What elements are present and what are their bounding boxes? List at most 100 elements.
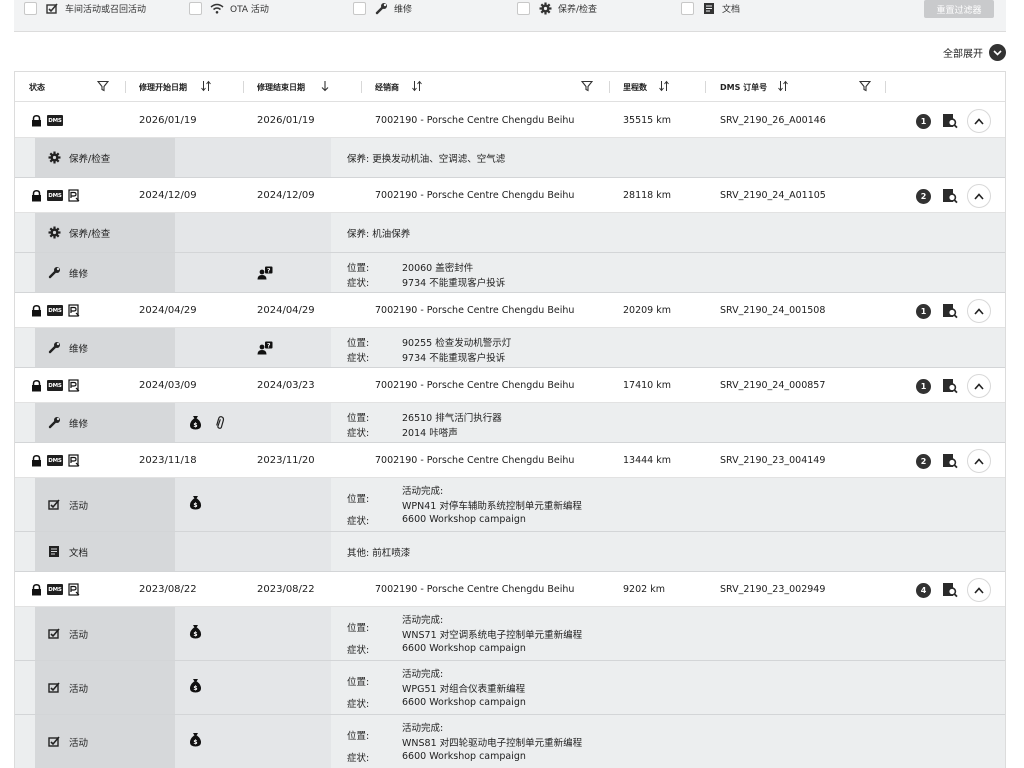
column-dealer[interactable]: 经销商 [375, 72, 399, 102]
location-label: 位置: [347, 677, 370, 688]
chevron-up-icon [974, 117, 984, 125]
mileage: 35515 km [623, 115, 671, 126]
document-search-icon[interactable] [941, 112, 959, 130]
wifi-icon [210, 2, 224, 16]
collapse-button[interactable] [967, 184, 991, 208]
symptom-label: 症状: [347, 428, 370, 439]
dms-icon: DMS [47, 305, 63, 316]
table-row[interactable]: DMS 2023/08/22 2023/08/22 7002190 - Porsche… [15, 572, 1005, 607]
sub-item-row: 维修? 位置: 90255 检查发动机警示灯 症状: 9734 不能重现客户投诉 [15, 328, 1005, 368]
column-start-date[interactable]: 修理开始日期 [139, 72, 187, 102]
document-search-icon[interactable] [941, 581, 959, 599]
filter-checkbox[interactable] [24, 2, 37, 15]
sub-item-row: 维修 $ 位置: 26510 排气活门执行器 症状: 2014 咔嗒声 [15, 403, 1005, 443]
sort-icon[interactable] [658, 80, 670, 92]
filter-maintenance[interactable]: 保养/检查 [517, 0, 597, 17]
item-count-badge: 1 [916, 114, 931, 129]
money-bag-icon: $ [189, 415, 202, 430]
sort-icon[interactable] [200, 80, 212, 92]
sort-descending-icon[interactable] [319, 80, 331, 92]
parking-document-icon [68, 189, 80, 202]
sub-item-type: 保养/检查 [35, 213, 175, 252]
item-count-badge: 1 [916, 304, 931, 319]
campaign-status: 活动完成: [402, 486, 444, 497]
sub-item-row: 维修? 位置: 20060 盖密封件 症状: 9734 不能重现客户投诉 [15, 253, 1005, 293]
filter-campaign[interactable]: 车间活动或召回活动 [24, 0, 146, 17]
dms-order-number: SRV_2190_23_004149 [720, 455, 826, 466]
start-date: 2023/11/18 [139, 455, 197, 466]
collapse-button[interactable] [967, 374, 991, 398]
dms-icon: DMS [47, 190, 63, 201]
collapse-button[interactable] [967, 299, 991, 323]
reset-filters-button[interactable]: 重置过滤器 [924, 0, 994, 18]
expand-all[interactable]: 全部展开 [943, 44, 1006, 61]
chevron-up-icon [974, 307, 984, 315]
end-date: 2024/03/23 [257, 380, 315, 391]
symptom-value: 9734 不能重现客户投诉 [402, 353, 506, 364]
lock-icon [31, 380, 42, 392]
chevron-down-icon[interactable] [989, 44, 1006, 61]
collapse-button[interactable] [967, 109, 991, 133]
filter-label: 维修 [394, 5, 413, 15]
item-count-badge: 1 [916, 379, 931, 394]
collapse-button[interactable] [967, 578, 991, 602]
column-mileage[interactable]: 里程数 [623, 72, 647, 102]
filter-checkbox[interactable] [189, 2, 202, 15]
campaign-icon [47, 681, 61, 695]
table-row[interactable]: DMS 2023/11/18 2023/11/20 7002190 - Porsche… [15, 443, 1005, 478]
sub-item-type-label: 维修 [69, 343, 89, 355]
table-row[interactable]: DMS 2024/03/09 2024/03/23 7002190 - Porsche… [15, 368, 1005, 403]
filter-funnel-icon[interactable] [580, 80, 594, 92]
document-search-icon[interactable] [941, 302, 959, 320]
svg-text:$: $ [193, 502, 197, 509]
document-search-icon[interactable] [941, 452, 959, 470]
location-label: 位置: [347, 623, 370, 634]
filter-label: 文档 [722, 5, 741, 15]
symptom-label: 症状: [347, 645, 370, 656]
svg-text:?: ? [267, 342, 271, 349]
document-icon [702, 2, 716, 16]
filter-checkbox[interactable] [517, 2, 530, 15]
lock-icon [31, 115, 42, 127]
sub-item-type: 维修 [35, 253, 175, 292]
svg-text:?: ? [267, 267, 271, 274]
filter-repair[interactable]: 维修 [353, 0, 412, 17]
sub-item-type: 保养/检查 [35, 138, 175, 177]
sub-item-type-label: 维修 [69, 268, 89, 280]
sub-item-type: 维修 [35, 328, 175, 367]
lock-icon [31, 190, 42, 202]
gear-icon [538, 2, 552, 16]
sort-icon[interactable] [777, 80, 789, 92]
campaign-icon [47, 498, 61, 512]
dms-order-number: SRV_2190_24_001508 [720, 305, 826, 316]
money-bag-icon: $ [189, 624, 202, 639]
location-value: WPN41 对停车辅助系统控制单元重新编程 [402, 501, 582, 512]
collapse-button[interactable] [967, 449, 991, 473]
document-search-icon[interactable] [941, 187, 959, 205]
filter-funnel-icon[interactable] [858, 80, 872, 92]
filter-checkbox[interactable] [681, 2, 694, 15]
dealer: 7002190 - Porsche Centre Chengdu Beihu [375, 115, 575, 126]
location-value: WPG51 对组合仪表重新编程 [402, 684, 526, 695]
location-label: 位置: [347, 338, 370, 349]
location-label: 位置: [347, 731, 370, 742]
filter-checkbox[interactable] [353, 2, 366, 15]
document-search-icon[interactable] [941, 377, 959, 395]
sub-item-type-label: 维修 [69, 418, 89, 430]
filter-funnel-icon[interactable] [96, 80, 110, 92]
table-row[interactable]: DMS 2024/12/09 2024/12/09 7002190 - Porsche… [15, 178, 1005, 213]
column-end-date[interactable]: 修理结束日期 [257, 72, 305, 102]
table-row[interactable]: DMS 2024/04/29 2024/04/29 7002190 - Porsche… [15, 293, 1005, 328]
filter-ota[interactable]: OTA 活动 [189, 0, 269, 17]
svg-text:$: $ [193, 422, 197, 429]
table-row[interactable]: DMS 2026/01/19 2026/01/19 7002190 - Porsche… [15, 103, 1005, 138]
symptom-value: 6600 Workshop campaign [402, 751, 526, 762]
expand-all-label: 全部展开 [943, 49, 983, 60]
sub-item-type-label: 活动 [69, 500, 89, 512]
parking-document-icon [68, 304, 80, 317]
column-dms-order[interactable]: DMS 订单号 [720, 72, 767, 102]
filter-document[interactable]: 文档 [681, 0, 740, 17]
symptom-value: 6600 Workshop campaign [402, 643, 526, 654]
symptom-label: 症状: [347, 353, 370, 364]
sort-icon[interactable] [411, 80, 423, 92]
